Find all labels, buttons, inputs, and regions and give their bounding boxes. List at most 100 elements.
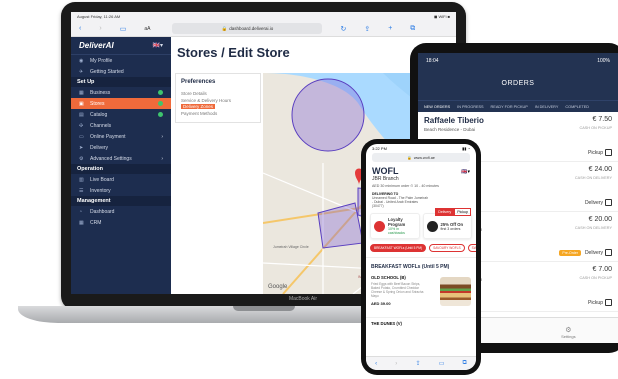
new-tab-icon[interactable]: + (388, 25, 392, 32)
laptop-brand-label: MacBook Air (288, 296, 318, 302)
app-logo[interactable]: DeliverAI (79, 41, 114, 50)
forward-icon[interactable]: › (395, 361, 397, 367)
sidebar-item-label: Dashboard (90, 208, 115, 215)
order-type-label: Delivery (584, 199, 603, 206)
share-icon[interactable]: ⇪ (415, 360, 420, 367)
address-bar[interactable]: 🔒 dashboard.deliverai.io (172, 23, 323, 34)
pref-store-details[interactable]: Store Details (181, 91, 255, 96)
sidebar-item-label: Stores (90, 100, 105, 107)
store-branch[interactable]: JBR Branch (372, 176, 470, 182)
back-button[interactable]: ‹ (79, 25, 81, 32)
store-icon: ▣ (79, 100, 84, 107)
order-price: € 7.00 (592, 266, 612, 273)
menu-section-title: BREAKFAST WOFLs (Until 5 PM) (366, 257, 476, 272)
sidebar-item-advanced-settings[interactable]: ⚙ Advanced Settings › (71, 153, 171, 164)
settings-icon: ⚙ (79, 155, 84, 162)
crm-icon: ▦ (79, 219, 84, 226)
back-icon[interactable]: ‹ (375, 361, 377, 367)
sidebar-section-management: Management (71, 196, 171, 206)
sidebar-item-label: Business (90, 89, 111, 96)
order-payment: CASH ON PICKUP (579, 126, 613, 130)
inventory-icon: ☰ (79, 187, 84, 194)
pref-delivery-zones[interactable]: Delivery Zones (181, 104, 216, 109)
order-type-label: Delivery (584, 249, 603, 256)
discount-card[interactable]: 25% Off On first 3 orders (422, 213, 472, 240)
orders-tabs: NEW ORDERS IN PROGRESS READY FOR PICKUP … (418, 100, 618, 112)
pref-payment-methods[interactable]: Payment Methods (181, 111, 255, 116)
url-text: dashboard.deliverai.io (229, 26, 274, 31)
share-icon[interactable]: ⇪ (364, 25, 370, 33)
status-time: August Friday, 11:26 AM (77, 14, 121, 19)
truck-icon (605, 199, 612, 206)
chip-breakfast[interactable]: BREAKFAST WOFLs (Until 5 PM) (370, 244, 427, 253)
card-subtitle: 10% in cashbacks (388, 227, 405, 236)
phone-browser-nav: ‹ › ⇪ ▭ ⧉ (366, 356, 476, 370)
mode-delivery-button[interactable]: Delivery (435, 208, 455, 216)
browser-status-bar: August Friday, 11:26 AM ◼ WiFi ■ (71, 12, 456, 21)
sidebar-item-inventory[interactable]: ☰ Inventory (71, 185, 171, 196)
sidebar-item-label: Advanced Settings (90, 155, 132, 162)
tab-in-delivery[interactable]: IN DELIVERY (535, 105, 559, 109)
tabs-icon[interactable]: ⧉ (410, 25, 415, 33)
nav-settings[interactable]: ⚙ Settings (561, 326, 575, 339)
sidebar-item-channels[interactable]: ✣ Channels (71, 120, 171, 131)
tablet-battery: 100% (597, 58, 610, 64)
sidebar-item-my-profile[interactable]: ◉ My Profile (71, 55, 171, 66)
sidebar-item-label: Catalog (90, 111, 108, 118)
user-icon: ◉ (79, 57, 84, 64)
sidebar-item-online-payment[interactable]: ▭ Online Payment › (71, 131, 171, 142)
chip-savoury[interactable]: SAVOURY WOFLS (429, 244, 465, 253)
bookmarks-icon[interactable]: ▭ (439, 360, 445, 367)
reload-icon[interactable]: ↻ (340, 25, 346, 33)
order-payment: CASH ON PICKUP (579, 276, 613, 280)
menu-item-name[interactable]: THE DUNES (V) (366, 318, 476, 329)
tablet-header: 18:04 100% ORDERS (418, 53, 618, 100)
preferences-panel: Preferences Store Details Service & Deli… (175, 73, 261, 123)
delivering-block[interactable]: DELIVERING TO Unnamed Road - The Palm Ju… (372, 192, 470, 208)
check-icon (158, 90, 163, 95)
forward-button[interactable]: › (99, 25, 101, 32)
preferences-heading: Preferences (181, 79, 216, 85)
sidebar-item-getting-started[interactable]: ✈ Getting Started (71, 66, 171, 77)
tabs-icon[interactable]: ⧉ (463, 360, 467, 367)
tab-ready-for-pickup[interactable]: READY FOR PICKUP (491, 105, 528, 109)
chip-sweet[interactable]: SWEET (467, 244, 476, 253)
sidebar: DeliverAI 🇬🇧▾ ◉ My Profile ✈ Getting Start… (71, 37, 171, 294)
card-subtitle: first 3 orders (440, 226, 461, 231)
sidebar-item-dashboard[interactable]: ◔ Dashboard (71, 206, 171, 217)
gift-icon (374, 220, 385, 232)
sidebar-item-delivery[interactable]: ➤ Delivery (71, 142, 171, 153)
menu-item-image (440, 277, 471, 307)
sidebar-item-label: Channels (90, 122, 112, 129)
order-type: Delivery (585, 199, 612, 206)
chevron-right-icon: › (161, 155, 163, 162)
truck-icon (605, 249, 612, 256)
status-indicators: ◼ WiFi ■ (434, 14, 450, 19)
tab-new-orders[interactable]: NEW ORDERS (424, 105, 450, 109)
tab-completed[interactable]: COMPLETED (565, 105, 589, 109)
pref-service-hours[interactable]: Service & Delivery Hours (181, 98, 255, 103)
preorder-badge: Pre-Order (559, 249, 581, 256)
sidebar-item-crm[interactable]: ▦ CRM (71, 217, 171, 228)
phone-time: 3:22 PM (372, 145, 387, 151)
delivering-address: Unnamed Road - The Palm Jumeirah - Dubai… (372, 196, 429, 209)
phone-address-bar[interactable]: 🔒 www.wofl.ae (372, 153, 470, 162)
order-payment: CASH ON DELIVERY (574, 176, 612, 180)
sidebar-item-label: CRM (90, 219, 102, 226)
sidebar-section-operation: Operation (71, 164, 171, 174)
reader-icon[interactable]: aA (144, 26, 150, 32)
language-flag-icon[interactable]: 🇬🇧▾ (153, 42, 163, 49)
dashboard-icon: ◔ (79, 208, 83, 215)
sidebar-item-business[interactable]: ▦ Business (71, 87, 171, 98)
sidebar-item-label: Online Payment (90, 133, 126, 140)
language-flag-icon[interactable]: 🇬🇧▾ (461, 169, 470, 175)
tab-in-progress[interactable]: IN PROGRESS (457, 105, 483, 109)
mode-pickup-button[interactable]: Pickup (454, 208, 471, 216)
menu-item[interactable]: OLD SCHOOL (B) Fried Eggs with Beef Baco… (366, 272, 476, 319)
lock-icon: 🔒 (221, 25, 228, 31)
sidebar-item-live-board[interactable]: ▥ Live Board (71, 174, 171, 185)
sidebar-toggle-icon[interactable]: ▭ (120, 25, 127, 33)
sidebar-item-stores[interactable]: ▣ Stores (71, 98, 171, 109)
sidebar-item-catalog[interactable]: ▤ Catalog (71, 109, 171, 120)
loyalty-card[interactable]: Loyalty Program 10% in cashbacks (370, 213, 420, 240)
